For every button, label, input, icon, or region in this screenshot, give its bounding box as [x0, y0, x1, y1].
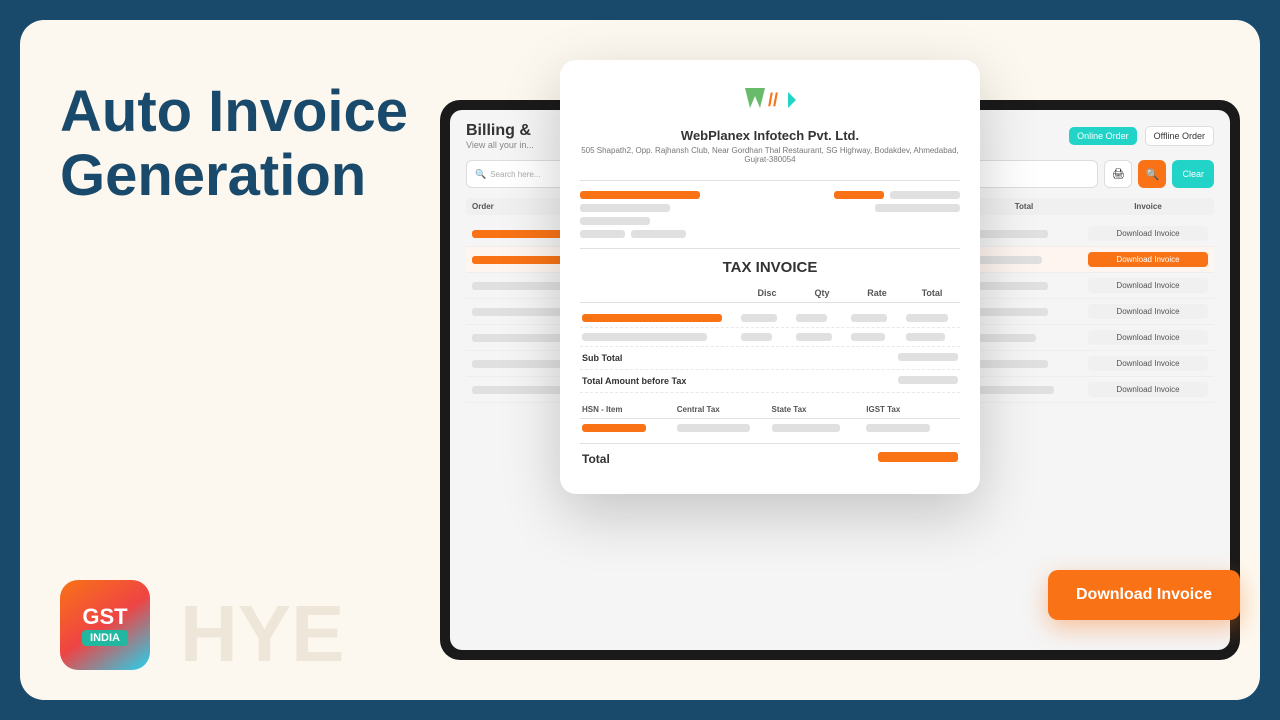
th-item	[582, 288, 738, 298]
billing-skeleton	[580, 204, 670, 212]
billing-skeleton	[875, 204, 960, 212]
tax-th-igst: IGST Tax	[866, 405, 958, 414]
download-invoice-button[interactable]: Download Invoice	[1088, 356, 1208, 371]
company-name: WebPlanex Infotech Pvt. Ltd.	[580, 128, 960, 143]
online-order-button[interactable]: Online Order	[1069, 127, 1137, 145]
row-skeleton	[582, 333, 707, 341]
tax-th-hsn: HSN - Item	[582, 405, 674, 414]
offline-order-button[interactable]: Offline Order	[1145, 126, 1214, 146]
gst-badge: GST INDIA	[60, 580, 150, 670]
invoice-row	[580, 328, 960, 347]
download-invoice-button[interactable]: Download Invoice	[1088, 278, 1208, 293]
divider-mid	[580, 248, 960, 249]
search-button[interactable]: 🔍	[1138, 160, 1166, 188]
download-invoice-button[interactable]: Download Invoice	[1088, 226, 1208, 241]
title-line1: Auto Invoice	[60, 79, 408, 144]
col-total: Total	[964, 202, 1084, 211]
subtotal-skeleton	[898, 353, 958, 361]
company-logo: //	[740, 80, 800, 120]
icon-print: 🖨	[1104, 160, 1132, 188]
subtotal-row: Sub Total	[580, 347, 960, 370]
total-skeleton	[878, 452, 958, 462]
billing-left	[580, 191, 700, 238]
back-header-left: Billing & View all your in...	[466, 122, 534, 150]
billing-section	[580, 191, 960, 238]
title-line2: Generation	[60, 143, 366, 208]
row-skeleton	[851, 333, 885, 341]
billing-right	[834, 191, 960, 238]
india-label: INDIA	[82, 630, 128, 646]
company-address: 505 Shapath2, Opp. Rajhansh Club, Near G…	[580, 146, 960, 164]
row-skeleton	[851, 314, 887, 322]
divider-top	[580, 180, 960, 181]
row-skeleton	[582, 314, 722, 322]
download-invoice-button-main[interactable]: Download Invoice	[1048, 570, 1240, 620]
tablet-container: Billing & View all your in... Online Ord…	[440, 40, 1260, 700]
left-panel: Auto Invoice Generation	[60, 80, 480, 208]
tax-section: HSN - Item Central Tax State Tax IGST Ta…	[580, 401, 960, 437]
tax-skeleton	[772, 424, 841, 432]
col-invoice: Invoice	[1088, 202, 1208, 211]
watermark: HYE	[180, 588, 345, 680]
th-rate: Rate	[851, 288, 903, 298]
clear-button[interactable]: Clear	[1172, 160, 1214, 188]
th-qty: Qty	[796, 288, 848, 298]
tax-skeleton	[677, 424, 750, 432]
billing-skeleton	[580, 230, 625, 238]
download-invoice-button[interactable]: Download Invoice	[1088, 304, 1208, 319]
total-before-tax-skeleton	[898, 376, 958, 384]
billing-skeleton	[580, 191, 700, 199]
logo-area: //	[580, 80, 960, 120]
billing-skeleton	[890, 191, 960, 199]
subtotal-label: Sub Total	[582, 353, 622, 363]
tax-row	[580, 419, 960, 437]
tax-header: HSN - Item Central Tax State Tax IGST Ta…	[580, 401, 960, 419]
tax-skeleton	[582, 424, 646, 432]
download-invoice-button[interactable]: Download Invoice	[1088, 382, 1208, 397]
total-before-tax-label: Total Amount before Tax	[582, 376, 686, 386]
tax-skeleton	[866, 424, 930, 432]
back-title: Billing &	[466, 122, 534, 140]
search-placeholder: Search here...	[490, 170, 540, 179]
billing-skeleton	[631, 230, 686, 238]
row-skeleton	[741, 333, 772, 341]
th-total: Total	[906, 288, 958, 298]
page-title: Auto Invoice Generation	[60, 80, 480, 208]
row-skeleton	[906, 333, 945, 341]
tax-th-state: State Tax	[772, 405, 864, 414]
th-disc: Disc	[741, 288, 793, 298]
row-skeleton	[906, 314, 948, 322]
total-before-tax-row: Total Amount before Tax	[580, 370, 960, 393]
tax-invoice-title: TAX INVOICE	[580, 259, 960, 276]
invoice-table-header: Disc Qty Rate Total	[580, 284, 960, 303]
tax-th-central: Central Tax	[677, 405, 769, 414]
row-skeleton	[796, 333, 832, 341]
invoice-row	[580, 309, 960, 328]
download-invoice-button[interactable]: Download Invoice	[1088, 330, 1208, 345]
search-icon: 🔍	[475, 169, 486, 180]
row-skeleton	[796, 314, 827, 322]
invoice-header: // WebPlanex Infotech Pvt. Ltd. 505 Shap…	[580, 80, 960, 164]
billing-skeleton	[580, 217, 650, 225]
svg-text://: //	[768, 90, 778, 110]
back-subtitle: View all your in...	[466, 140, 534, 150]
gst-label: GST	[82, 604, 127, 630]
invoice-modal: // WebPlanex Infotech Pvt. Ltd. 505 Shap…	[560, 60, 980, 494]
back-header-buttons: Online Order Offline Order	[1069, 126, 1214, 146]
total-label: Total	[582, 452, 610, 466]
download-invoice-button-active[interactable]: Download Invoice	[1088, 252, 1208, 267]
billing-skeleton	[834, 191, 884, 199]
invoice-rows	[580, 309, 960, 347]
total-row: Total	[580, 443, 960, 474]
row-skeleton	[741, 314, 777, 322]
